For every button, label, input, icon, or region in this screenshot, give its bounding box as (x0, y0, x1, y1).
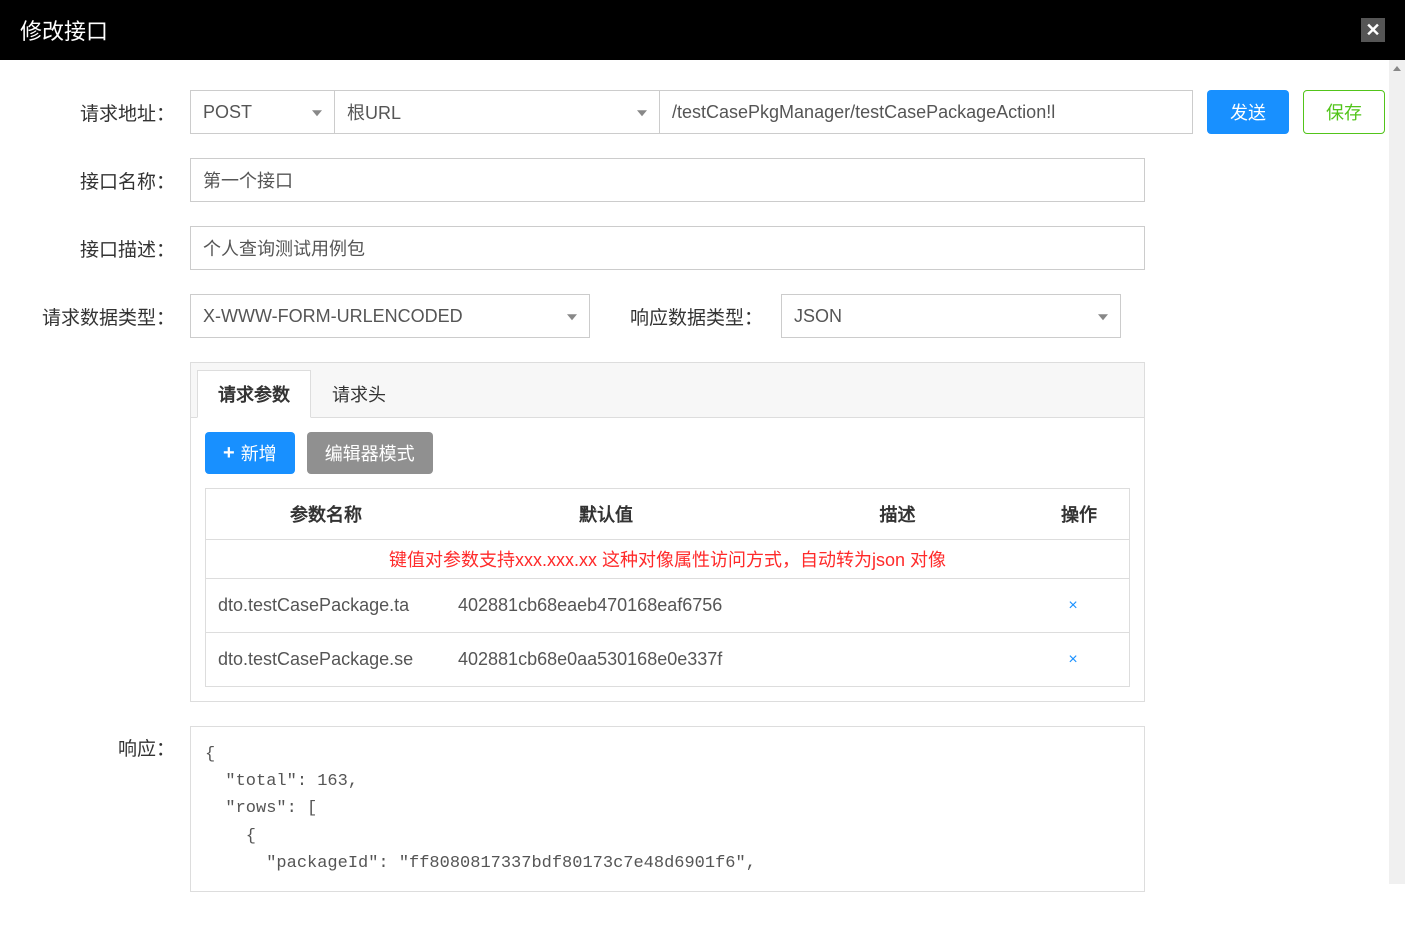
row-response: 响应： { "total": 163, "rows": [ { "package… (20, 726, 1385, 892)
th-description: 描述 (766, 489, 1029, 539)
add-button-label: 新增 (241, 440, 277, 466)
label-response-data-type: 响应数据类型： (590, 303, 781, 330)
tab-content: + 新增 编辑器模式 参数名称 默认值 描述 操作 键值对参数支持xxx.xxx… (191, 418, 1144, 701)
th-operation: 操作 (1029, 489, 1129, 539)
send-button[interactable]: 发送 (1207, 90, 1289, 134)
add-param-button[interactable]: + 新增 (205, 432, 295, 474)
tab-headers: 请求参数 请求头 (191, 363, 1144, 418)
chevron-up-icon (1393, 66, 1401, 71)
label-request-data-type: 请求数据类型： (20, 303, 190, 330)
close-icon: ✕ (1365, 20, 1380, 41)
delete-row-button[interactable]: × (1023, 597, 1123, 615)
delete-row-button[interactable]: × (1023, 651, 1123, 669)
close-button[interactable]: ✕ (1361, 18, 1385, 42)
request-data-type-value: X-WWW-FORM-URLENCODED (203, 306, 463, 327)
modal-header: 修改接口 ✕ (0, 0, 1405, 60)
table-row: dto.testCasePackage.se 402881cb68e0aa530… (206, 632, 1129, 686)
cell-param-name[interactable]: dto.testCasePackage.ta (212, 595, 452, 616)
scrollbar-up-button[interactable] (1389, 60, 1405, 76)
base-url-value: 根URL (347, 99, 401, 125)
modal-content: 请求地址： POST 根URL 发送 保存 接口名称： 接口描述： 请求数据类型… (0, 60, 1405, 936)
row-interface-name: 接口名称： (20, 158, 1385, 202)
response-data-type-value: JSON (794, 306, 842, 327)
plus-icon: + (223, 442, 235, 465)
base-url-select[interactable]: 根URL (335, 90, 660, 134)
save-button[interactable]: 保存 (1303, 90, 1385, 134)
row-data-type: 请求数据类型： X-WWW-FORM-URLENCODED 响应数据类型： JS… (20, 294, 1385, 338)
tab-request-params[interactable]: 请求参数 (197, 370, 311, 418)
row-interface-desc: 接口描述： (20, 226, 1385, 270)
scrollbar[interactable] (1389, 60, 1405, 884)
tab-request-headers[interactable]: 请求头 (311, 370, 407, 418)
params-hint: 键值对参数支持xxx.xxx.xx 这种对像属性访问方式，自动转为json 对像 (206, 540, 1129, 578)
label-params-spacer (20, 362, 190, 370)
table-header-row: 参数名称 默认值 描述 操作 (206, 489, 1129, 540)
params-table: 参数名称 默认值 描述 操作 键值对参数支持xxx.xxx.xx 这种对像属性访… (205, 488, 1130, 687)
request-data-type-select[interactable]: X-WWW-FORM-URLENCODED (190, 294, 590, 338)
table-row: dto.testCasePackage.ta 402881cb68eaeb470… (206, 578, 1129, 632)
interface-desc-input[interactable] (190, 226, 1145, 270)
url-path-input[interactable] (660, 90, 1193, 134)
params-toolbar: + 新增 编辑器模式 (205, 432, 1130, 474)
editor-mode-button[interactable]: 编辑器模式 (307, 432, 433, 474)
label-interface-desc: 接口描述： (20, 235, 190, 262)
method-select[interactable]: POST (190, 90, 335, 134)
request-url-controls: POST 根URL 发送 保存 (190, 90, 1385, 134)
params-tabs-container: 请求参数 请求头 + 新增 编辑器模式 参数名称 默认值 描述 操作 (190, 362, 1145, 702)
th-default-value: 默认值 (446, 489, 766, 539)
label-response: 响应： (20, 726, 190, 761)
label-request-url: 请求地址： (20, 99, 190, 126)
row-request-url: 请求地址： POST 根URL 发送 保存 (20, 90, 1385, 134)
cell-default-value[interactable]: 402881cb68e0aa530168e0e337f (452, 649, 772, 670)
cell-param-name[interactable]: dto.testCasePackage.se (212, 649, 452, 670)
label-interface-name: 接口名称： (20, 167, 190, 194)
modal-title: 修改接口 (20, 14, 108, 46)
cell-default-value[interactable]: 402881cb68eaeb470168eaf6756 (452, 595, 772, 616)
row-params: 请求参数 请求头 + 新增 编辑器模式 参数名称 默认值 描述 操作 (20, 362, 1385, 702)
response-data-type-select[interactable]: JSON (781, 294, 1121, 338)
method-select-value: POST (203, 102, 252, 123)
response-body[interactable]: { "total": 163, "rows": [ { "packageId":… (190, 726, 1145, 892)
interface-name-input[interactable] (190, 158, 1145, 202)
th-param-name: 参数名称 (206, 489, 446, 539)
